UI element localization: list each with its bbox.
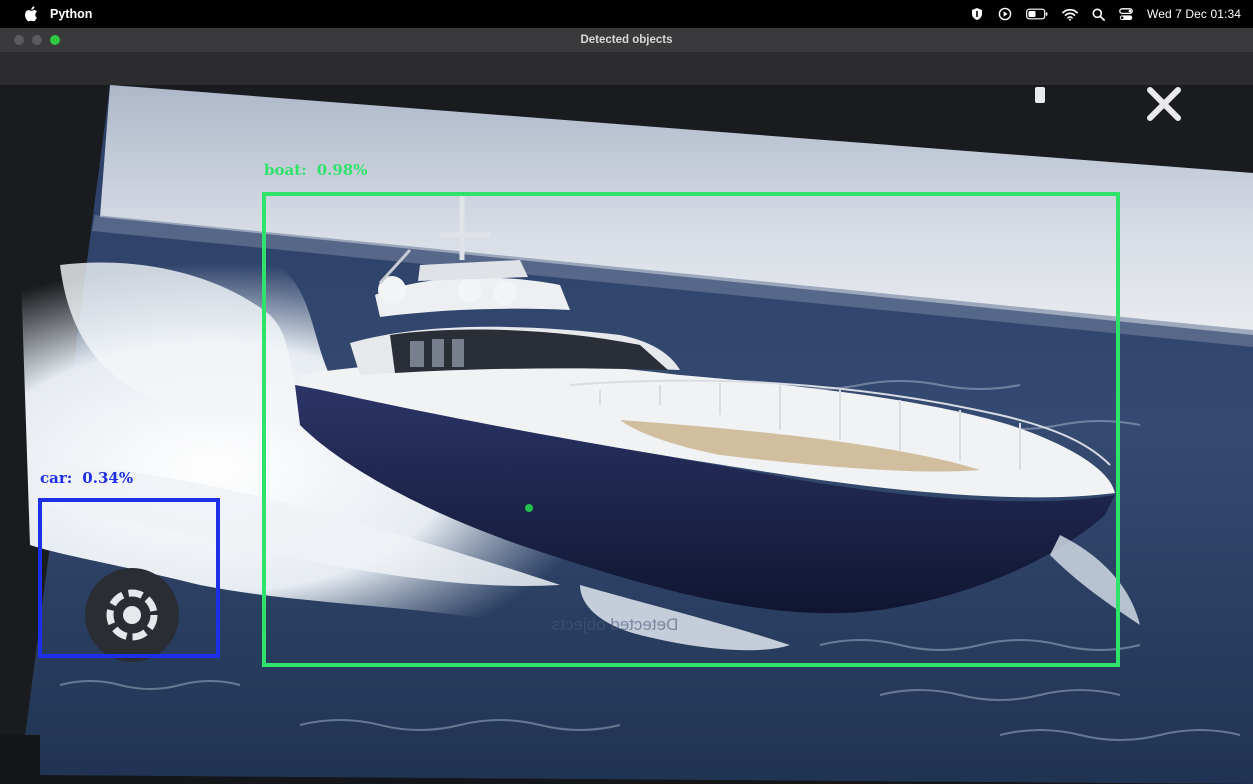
phone-screen-icon: [1035, 87, 1045, 103]
boat-detection-label: boat: 0.98%: [264, 161, 377, 179]
menu-bar: Python Wed 7 Dec 01:34: [0, 0, 1253, 28]
wifi-icon[interactable]: [1062, 8, 1078, 21]
car-detection-label: car: 0.34%: [40, 469, 143, 487]
boat-detection-box: [262, 192, 1120, 667]
app-name[interactable]: Python: [50, 7, 92, 21]
status-area: Wed 7 Dec 01:34: [970, 0, 1241, 28]
clock[interactable]: Wed 7 Dec 01:34: [1147, 7, 1241, 21]
car-label-score: 0.34%: [82, 469, 134, 487]
apple-icon[interactable]: [24, 6, 38, 22]
shield-icon[interactable]: [970, 7, 984, 21]
car-detection-box: [38, 498, 220, 658]
window-toolbar: [0, 52, 1253, 85]
detection-image-canvas: Detected objects boat: 0.98% car: 0.34%: [0, 85, 1253, 784]
traffic-lights: [14, 35, 60, 45]
zoom-window-button[interactable]: [50, 35, 60, 45]
boat-label-class: boat:: [264, 161, 307, 179]
search-icon[interactable]: [1092, 8, 1105, 21]
window-title: Detected objects: [580, 34, 673, 46]
window-titlebar[interactable]: Detected objects: [0, 28, 1253, 52]
close-window-button[interactable]: [14, 35, 24, 45]
car-label-class: car:: [40, 469, 73, 487]
battery-icon[interactable]: [1026, 8, 1048, 20]
boat-label-score: 0.98%: [316, 161, 368, 179]
minimize-window-button[interactable]: [32, 35, 42, 45]
control-center-icon[interactable]: [1119, 7, 1133, 21]
play-icon[interactable]: [998, 7, 1012, 21]
